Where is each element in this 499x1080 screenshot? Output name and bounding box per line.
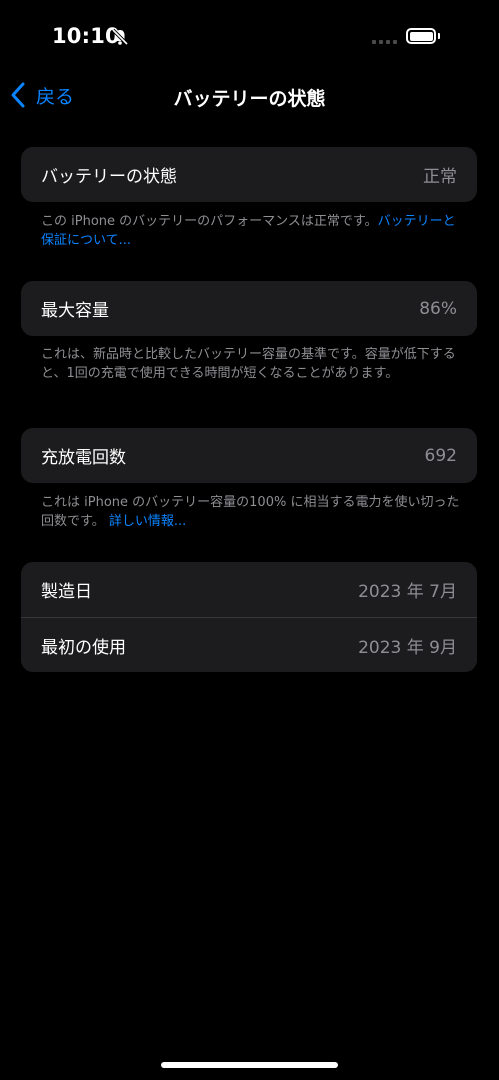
manufacture-date-label: 製造日 — [41, 582, 92, 602]
cycle-count-value: 692 — [424, 445, 457, 466]
cycle-count-card: 充放電回数 692 — [21, 428, 477, 483]
signal-icon — [372, 40, 397, 44]
max-capacity-label: 最大容量 — [41, 301, 109, 321]
dates-card: 製造日 2023 年 7月 最初の使用 2023 年 9月 — [21, 562, 477, 672]
battery-health-card: バッテリーの状態 正常 — [21, 147, 477, 202]
status-time: 10:10 — [52, 24, 120, 48]
home-indicator[interactable] — [161, 1062, 338, 1068]
battery-cap — [438, 33, 440, 39]
battery-icon — [406, 28, 436, 44]
battery-health-row: バッテリーの状態 正常 — [21, 147, 477, 202]
battery-health-note-text: この iPhone のバッテリーのパフォーマンスは正常です。 — [41, 214, 378, 229]
page-title: バッテリーの状態 — [173, 88, 326, 110]
battery-health-label: バッテリーの状態 — [41, 167, 177, 187]
cycle-count-label: 充放電回数 — [41, 448, 126, 468]
max-capacity-card: 最大容量 86% — [21, 281, 477, 336]
first-use-value: 2023 年 9月 — [358, 637, 457, 658]
battery-health-value: 正常 — [423, 167, 457, 187]
cycle-count-note-text: これは iPhone のバッテリー容量の100% に相当する電力を使い切った回数… — [41, 495, 460, 529]
navigation-bar: 戻る バッテリーの状態 — [0, 78, 499, 118]
bell-slash-icon — [111, 28, 129, 46]
battery-health-note: この iPhone のバッテリーのパフォーマンスは正常です。バッテリーと保証につ… — [41, 212, 461, 250]
manufacture-date-value: 2023 年 7月 — [358, 582, 457, 602]
first-use-row: 最初の使用 2023 年 9月 — [21, 617, 477, 672]
max-capacity-value: 86% — [419, 298, 457, 319]
status-bar: 10:10 — [0, 0, 499, 76]
cycle-count-row: 充放電回数 692 — [21, 428, 477, 483]
max-capacity-note: これは、新品時と比較したバッテリー容量の基準です。容量が低下すると、1回の充電で… — [41, 347, 456, 381]
manufacture-date-row: 製造日 2023 年 7月 — [21, 562, 477, 617]
first-use-label: 最初の使用 — [41, 637, 126, 658]
cycle-count-note: これは iPhone のバッテリー容量の100% に相当する電力を使い切った回数… — [41, 493, 461, 531]
max-capacity-row: 最大容量 86% — [21, 281, 477, 336]
learn-more-link[interactable]: 詳しい情報... — [109, 514, 186, 529]
